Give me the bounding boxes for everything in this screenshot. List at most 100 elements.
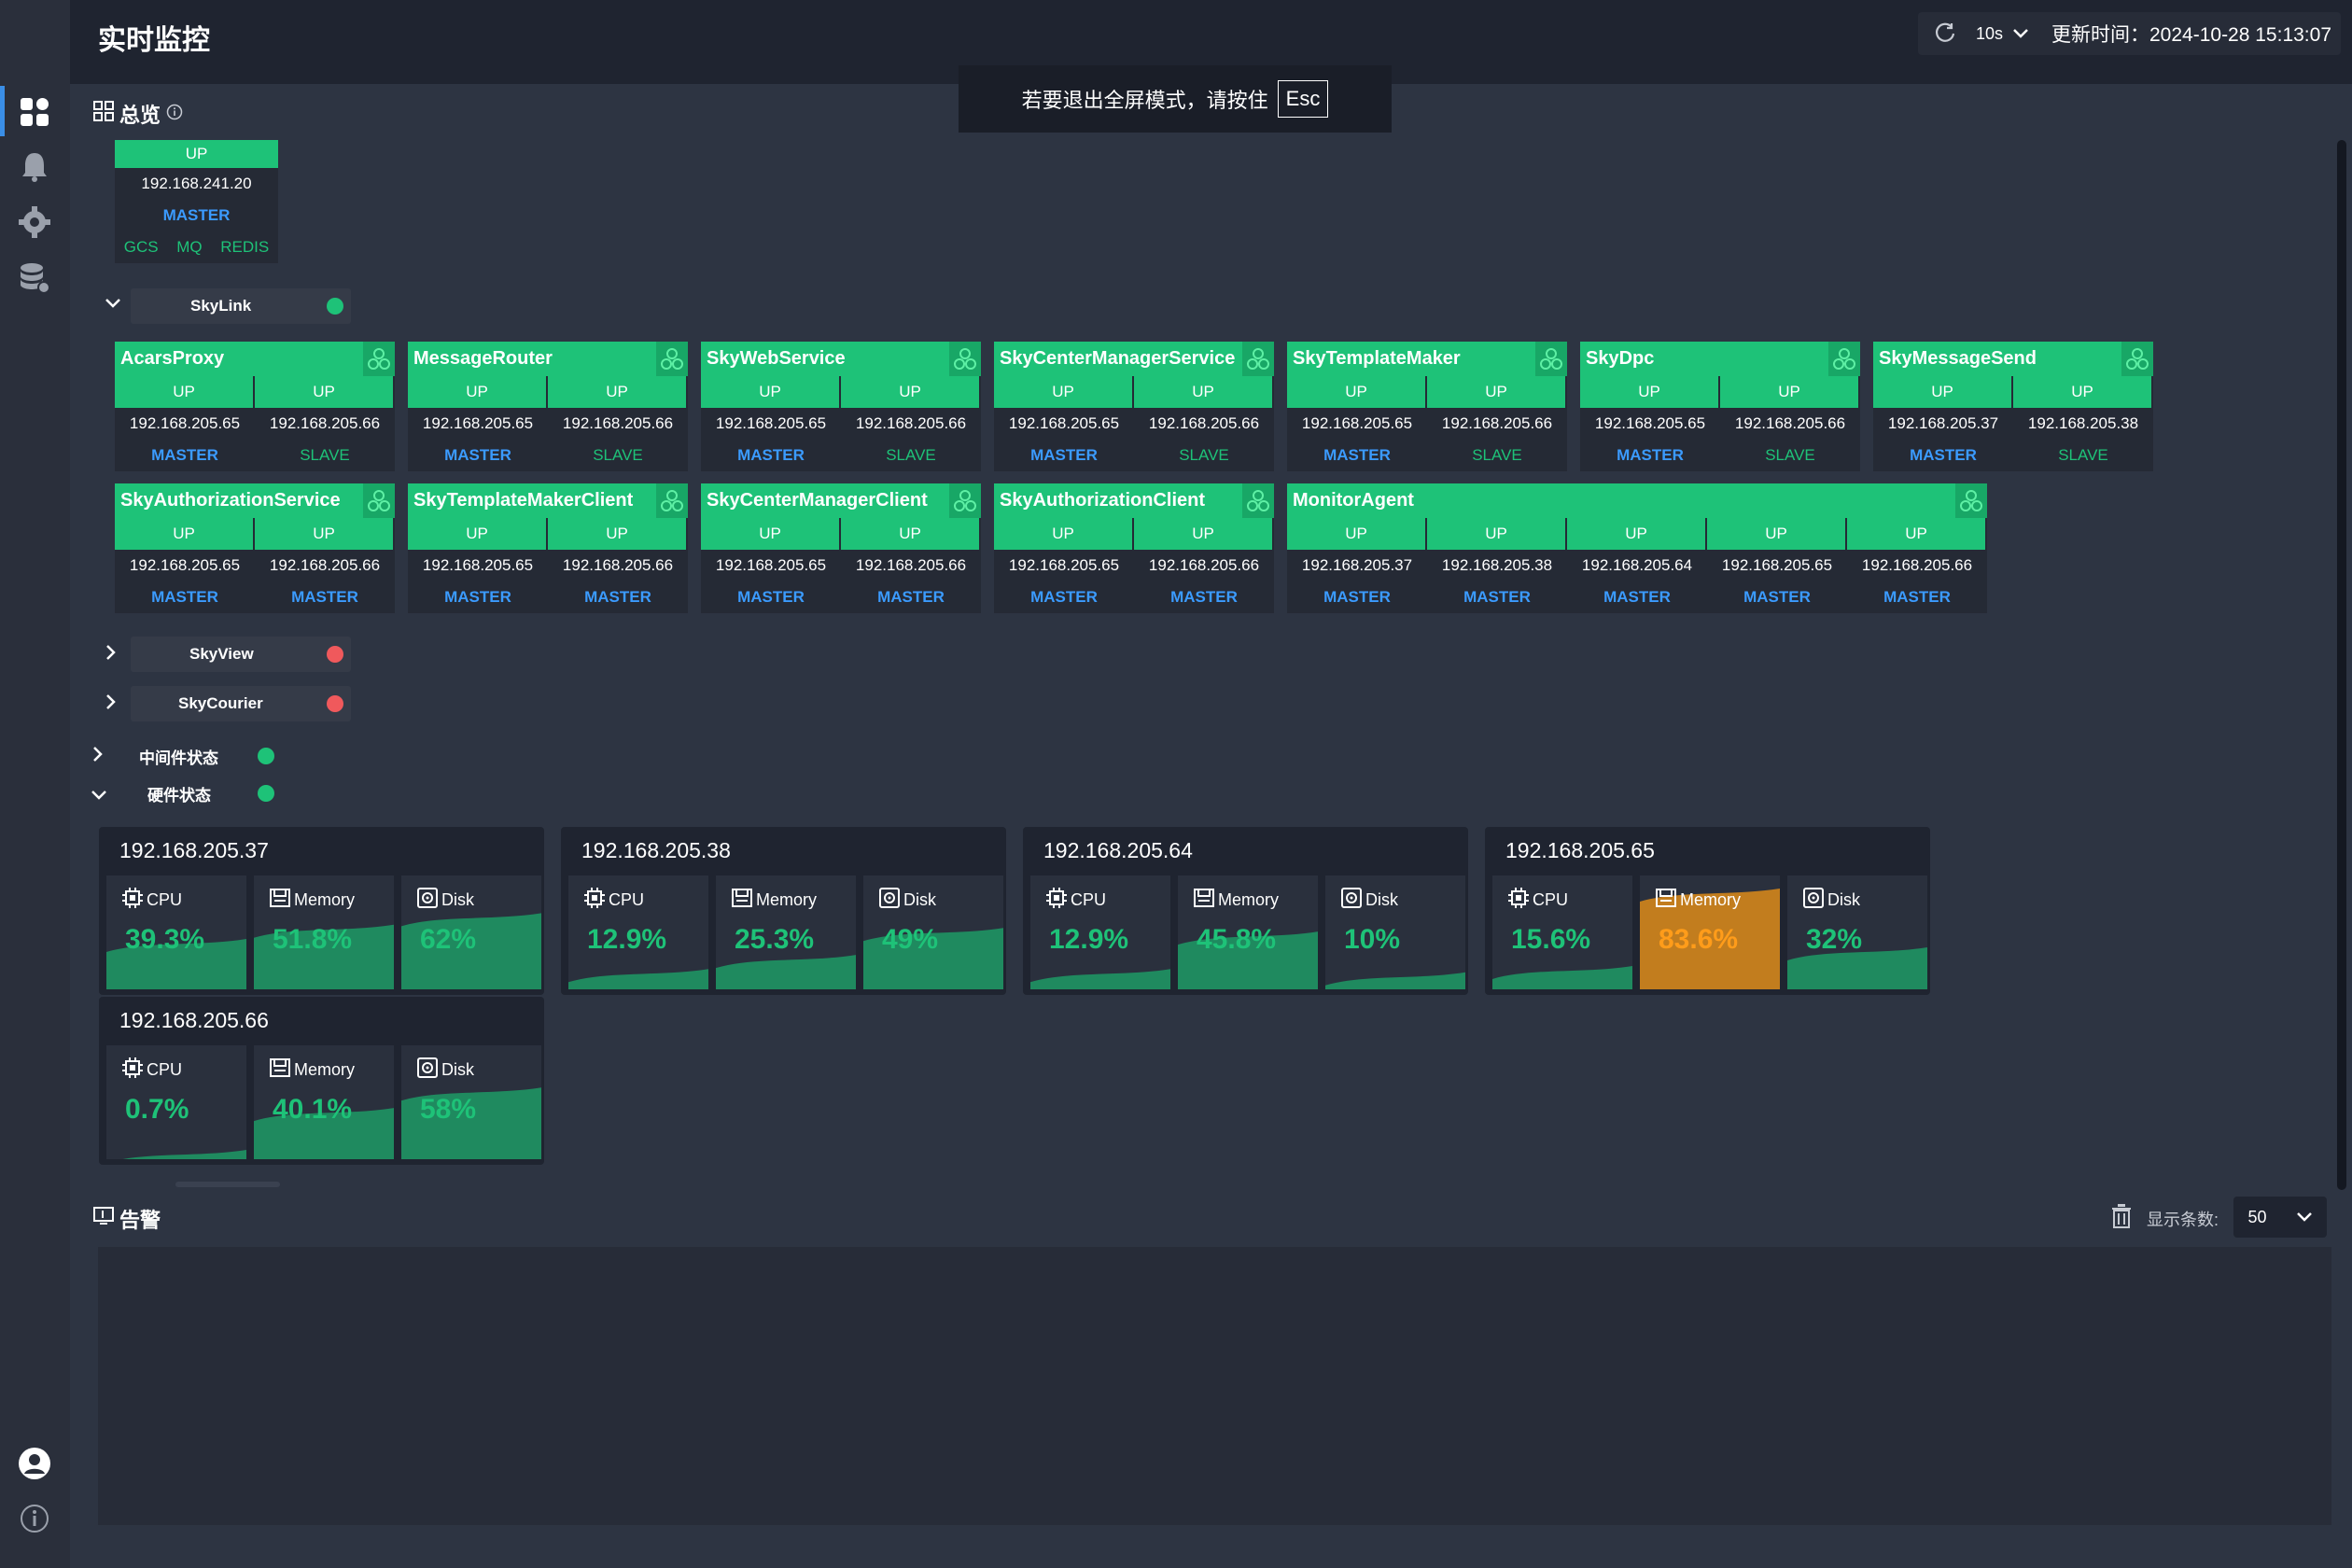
refresh-icon[interactable] (1933, 21, 1957, 46)
group-hardware[interactable]: 硬件状态 (118, 776, 282, 811)
cpu-label: CPU (583, 887, 644, 914)
link-redis[interactable]: REDIS (220, 231, 269, 263)
help-icon[interactable] (166, 102, 183, 126)
status-row: UP UP UP UP UP (1287, 518, 1987, 550)
node-status: UP (994, 376, 1134, 408)
chevron-right-icon[interactable] (91, 746, 105, 768)
cluster-icon[interactable] (1955, 483, 1987, 518)
service-card[interactable]: SkyDpc UP UP 192.168.205.65 192.168.205.66 MA… (1580, 342, 1860, 471)
node-status: UP (408, 518, 548, 550)
cluster-icon[interactable] (363, 342, 395, 376)
host-ip: 192.168.205.65 (1505, 838, 1655, 862)
alarm-count-label: 显示条数: (2147, 1210, 2219, 1229)
node-role: MASTER (1323, 588, 1391, 606)
role-row: MASTER SLAVE (115, 440, 395, 471)
cpu-gauge[interactable]: CPU 15.6% (1492, 875, 1632, 989)
node-ip: 192.168.205.66 (269, 556, 381, 574)
cluster-icon[interactable] (2121, 342, 2153, 376)
node-status: UP (115, 140, 278, 168)
service-card[interactable]: SkyCenterManagerClient UP UP 192.168.205.65… (701, 483, 981, 613)
group-skylink[interactable]: SkyLink (131, 288, 351, 324)
status-row: UP UP (1287, 376, 1567, 408)
node-ip: 192.168.205.65 (129, 556, 241, 574)
service-card[interactable]: SkyTemplateMakerClient UP UP 192.168.205.65… (408, 483, 688, 613)
ip-row: 192.168.205.65 192.168.205.66 (115, 408, 395, 440)
cpu-icon (121, 1057, 144, 1084)
memory-gauge[interactable]: Memory 45.8% (1178, 875, 1318, 989)
cluster-icon[interactable] (363, 483, 395, 518)
scrollbar-thumb[interactable] (2337, 140, 2346, 1190)
service-name-text: SkyAuthorizationClient (1000, 490, 1206, 511)
memory-value: 25.3% (735, 924, 815, 955)
memory-gauge[interactable]: Memory 83.6% (1640, 875, 1780, 989)
service-card[interactable]: MessageRouter UP UP 192.168.205.65 192.168.2… (408, 342, 688, 471)
user-avatar-icon[interactable] (16, 1445, 53, 1482)
memory-label-text: Memory (294, 1060, 356, 1079)
cluster-icon[interactable] (656, 342, 688, 376)
chevron-right-icon[interactable] (105, 693, 118, 716)
horizontal-scroll-thumb[interactable] (175, 1182, 280, 1187)
memory-gauge[interactable]: Memory 40.1% (254, 1045, 394, 1159)
node-ip: 192.168.205.66 (855, 556, 967, 574)
trash-icon[interactable] (2111, 1204, 2132, 1233)
group-skycourier[interactable]: SkyCourier (131, 686, 351, 721)
refresh-interval-select[interactable]: 10s (1976, 24, 2029, 44)
chevron-down-icon[interactable] (105, 294, 121, 315)
service-name: SkyAuthorizationClient (994, 483, 1274, 518)
disk-gauge[interactable]: Disk 32% (1787, 875, 1927, 989)
service-card[interactable]: SkyAuthorizationClient UP UP 192.168.205.65… (994, 483, 1274, 613)
disk-gauge[interactable]: Disk 58% (401, 1045, 541, 1159)
memory-label: Memory (269, 1057, 355, 1084)
cluster-icon[interactable] (1242, 342, 1274, 376)
cluster-icon[interactable] (1535, 342, 1567, 376)
cluster-icon[interactable] (949, 342, 981, 376)
cluster-icon[interactable] (656, 483, 688, 518)
info-icon[interactable] (16, 1500, 53, 1537)
node-role: SLAVE (1765, 446, 1815, 464)
disk-icon (1340, 887, 1363, 914)
gear-icon[interactable] (16, 203, 53, 241)
disk-gauge[interactable]: Disk 10% (1325, 875, 1465, 989)
service-card[interactable]: SkyCenterManagerService UP UP 192.168.205.6… (994, 342, 1274, 471)
cpu-gauge[interactable]: CPU 39.3% (106, 875, 246, 989)
fullscreen-tip-text: 若要退出全屏模式，请按住 (1021, 89, 1268, 112)
group-name: SkyCourier (178, 694, 263, 712)
service-name-text: SkyCenterManagerClient (707, 490, 928, 511)
group-middleware[interactable]: 中间件状态 (118, 738, 282, 774)
database-icon[interactable] (16, 259, 53, 297)
service-card[interactable]: SkyTemplateMaker UP UP 192.168.205.65 192.16… (1287, 342, 1567, 471)
service-name-text: SkyMessageSend (1879, 348, 2037, 369)
cpu-label: CPU (1507, 887, 1568, 914)
cluster-icon[interactable] (1828, 342, 1860, 376)
group-skyview[interactable]: SkyView (131, 637, 351, 672)
service-card[interactable]: SkyWebService UP UP 192.168.205.65 192.168.2… (701, 342, 981, 471)
link-mq[interactable]: MQ (176, 231, 202, 263)
cpu-gauge[interactable]: CPU 12.9% (1030, 875, 1170, 989)
link-gcs[interactable]: GCS (124, 231, 159, 263)
status-row: UP UP (408, 376, 688, 408)
service-card[interactable]: SkyAuthorizationService UP UP 192.168.205.6… (115, 483, 395, 613)
memory-gauge[interactable]: Memory 51.8% (254, 875, 394, 989)
service-card[interactable]: SkyMessageSend UP UP 192.168.205.37 192.168.… (1873, 342, 2153, 471)
gateway-node[interactable]: UP 192.168.241.20 MASTER GCS MQ REDIS (115, 140, 278, 263)
disk-gauge[interactable]: Disk 49% (863, 875, 1003, 989)
alarm-count-select[interactable]: 50 (2233, 1197, 2327, 1238)
group-name: SkyLink (190, 297, 252, 315)
disk-gauge[interactable]: Disk 62% (401, 875, 541, 989)
cpu-gauge[interactable]: CPU 12.9% (568, 875, 708, 989)
cpu-gauge[interactable]: CPU 0.7% (106, 1045, 246, 1159)
hardware-panel: 192.168.205.38 CPU 12.9% Memory 25.3% Disk 49% (561, 827, 1006, 995)
cluster-icon[interactable] (1242, 483, 1274, 518)
node-role: MASTER (1323, 446, 1391, 464)
bell-icon[interactable] (16, 147, 53, 185)
node-status: UP (115, 518, 255, 550)
chevron-down-icon[interactable] (91, 786, 107, 807)
fullscreen-exit-tip: 若要退出全屏模式，请按住 Esc (959, 65, 1392, 133)
cluster-icon[interactable] (949, 483, 981, 518)
service-card[interactable]: AcarsProxy UP UP 192.168.205.65 192.168.205.… (115, 342, 395, 471)
service-card[interactable]: MonitorAgent UP UP UP UP UP 192.168.205.37 192.… (1287, 483, 1987, 613)
dashboard-icon[interactable] (16, 93, 53, 131)
memory-gauge[interactable]: Memory 25.3% (716, 875, 856, 989)
chevron-right-icon[interactable] (105, 644, 118, 666)
service-name: SkyCenterManagerClient (701, 483, 981, 518)
